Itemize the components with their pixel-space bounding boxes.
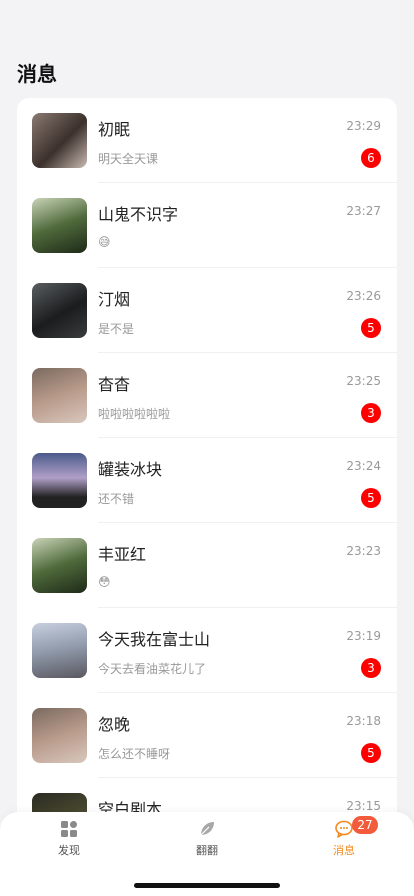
- message-time: 23:23: [346, 544, 381, 558]
- contact-name: 今天我在富士山: [98, 630, 211, 649]
- conversation-row[interactable]: 杳杳 23:25 啦啦啦啦啦啦 3: [17, 353, 397, 438]
- message-preview: 明天全天课: [98, 152, 159, 166]
- avatar: [32, 368, 87, 423]
- grid-icon: [61, 821, 77, 837]
- unread-badge: 3: [361, 403, 381, 423]
- contact-name: 汀烟: [98, 290, 131, 309]
- status-bar: [0, 0, 414, 44]
- message-time: 23:29: [346, 119, 381, 133]
- message-preview: 今天去看油菜花儿了: [98, 662, 207, 676]
- avatar: [32, 198, 87, 253]
- message-time: 23:15: [346, 799, 381, 813]
- avatar: [32, 623, 87, 678]
- message-preview: 啦啦啦啦啦啦: [98, 407, 171, 421]
- message-preview: 是不是: [98, 322, 135, 336]
- contact-name: 山鬼不识字: [98, 205, 179, 224]
- contact-name: 丰亚红: [98, 545, 147, 564]
- unread-badge: 5: [361, 488, 381, 508]
- message-time: 23:19: [346, 629, 381, 643]
- tab-discover[interactable]: 发现: [34, 820, 104, 864]
- unread-badge: 5: [361, 743, 381, 763]
- avatar: [32, 538, 87, 593]
- conversation-row[interactable]: 忽晚 23:18 怎么还不睡呀 5: [17, 693, 397, 778]
- tab-label: 发现: [58, 844, 80, 857]
- message-time: 23:18: [346, 714, 381, 728]
- avatar: [32, 708, 87, 763]
- conversation-row[interactable]: 山鬼不识字 23:27 😅: [17, 183, 397, 268]
- home-indicator: [134, 883, 280, 888]
- avatar: [32, 113, 87, 168]
- tab-label: 消息: [333, 844, 355, 857]
- conversation-row[interactable]: 今天我在富士山 23:19 今天去看油菜花儿了 3: [17, 608, 397, 693]
- tab-label: 翻翻: [196, 844, 218, 857]
- contact-name: 忽晚: [98, 715, 131, 734]
- message-preview: 😅: [98, 235, 111, 249]
- message-preview: 怎么还不睡呀: [98, 747, 171, 761]
- message-time: 23:24: [346, 459, 381, 473]
- message-preview: 😳: [98, 575, 111, 589]
- tab-browse[interactable]: 翻翻: [172, 820, 242, 864]
- unread-badge: 6: [361, 148, 381, 168]
- conversation-row[interactable]: 丰亚红 23:23 😳: [17, 523, 397, 608]
- leaf-icon: [200, 822, 214, 836]
- conversation-row[interactable]: 罐装冰块 23:24 还不错 5: [17, 438, 397, 523]
- unread-badge: 5: [361, 318, 381, 338]
- message-time: 23:27: [346, 204, 381, 218]
- tab-unread-badge: 27: [352, 816, 378, 834]
- page-title: 消息: [17, 62, 57, 86]
- contact-name: 杳杳: [98, 375, 131, 394]
- conversation-list: 初眠 23:29 明天全天课 6 山鬼不识字 23:27 😅 汀烟 23:26 …: [17, 98, 397, 858]
- conversation-row[interactable]: 初眠 23:29 明天全天课 6: [17, 98, 397, 183]
- chat-bubble-icon: [335, 820, 353, 838]
- avatar: [32, 283, 87, 338]
- conversation-row[interactable]: 汀烟 23:26 是不是 5: [17, 268, 397, 353]
- message-time: 23:25: [346, 374, 381, 388]
- contact-name: 初眠: [98, 120, 131, 139]
- message-preview: 还不错: [98, 492, 135, 506]
- message-time: 23:26: [346, 289, 381, 303]
- avatar: [32, 453, 87, 508]
- unread-badge: 3: [361, 658, 381, 678]
- contact-name: 罐装冰块: [98, 460, 163, 479]
